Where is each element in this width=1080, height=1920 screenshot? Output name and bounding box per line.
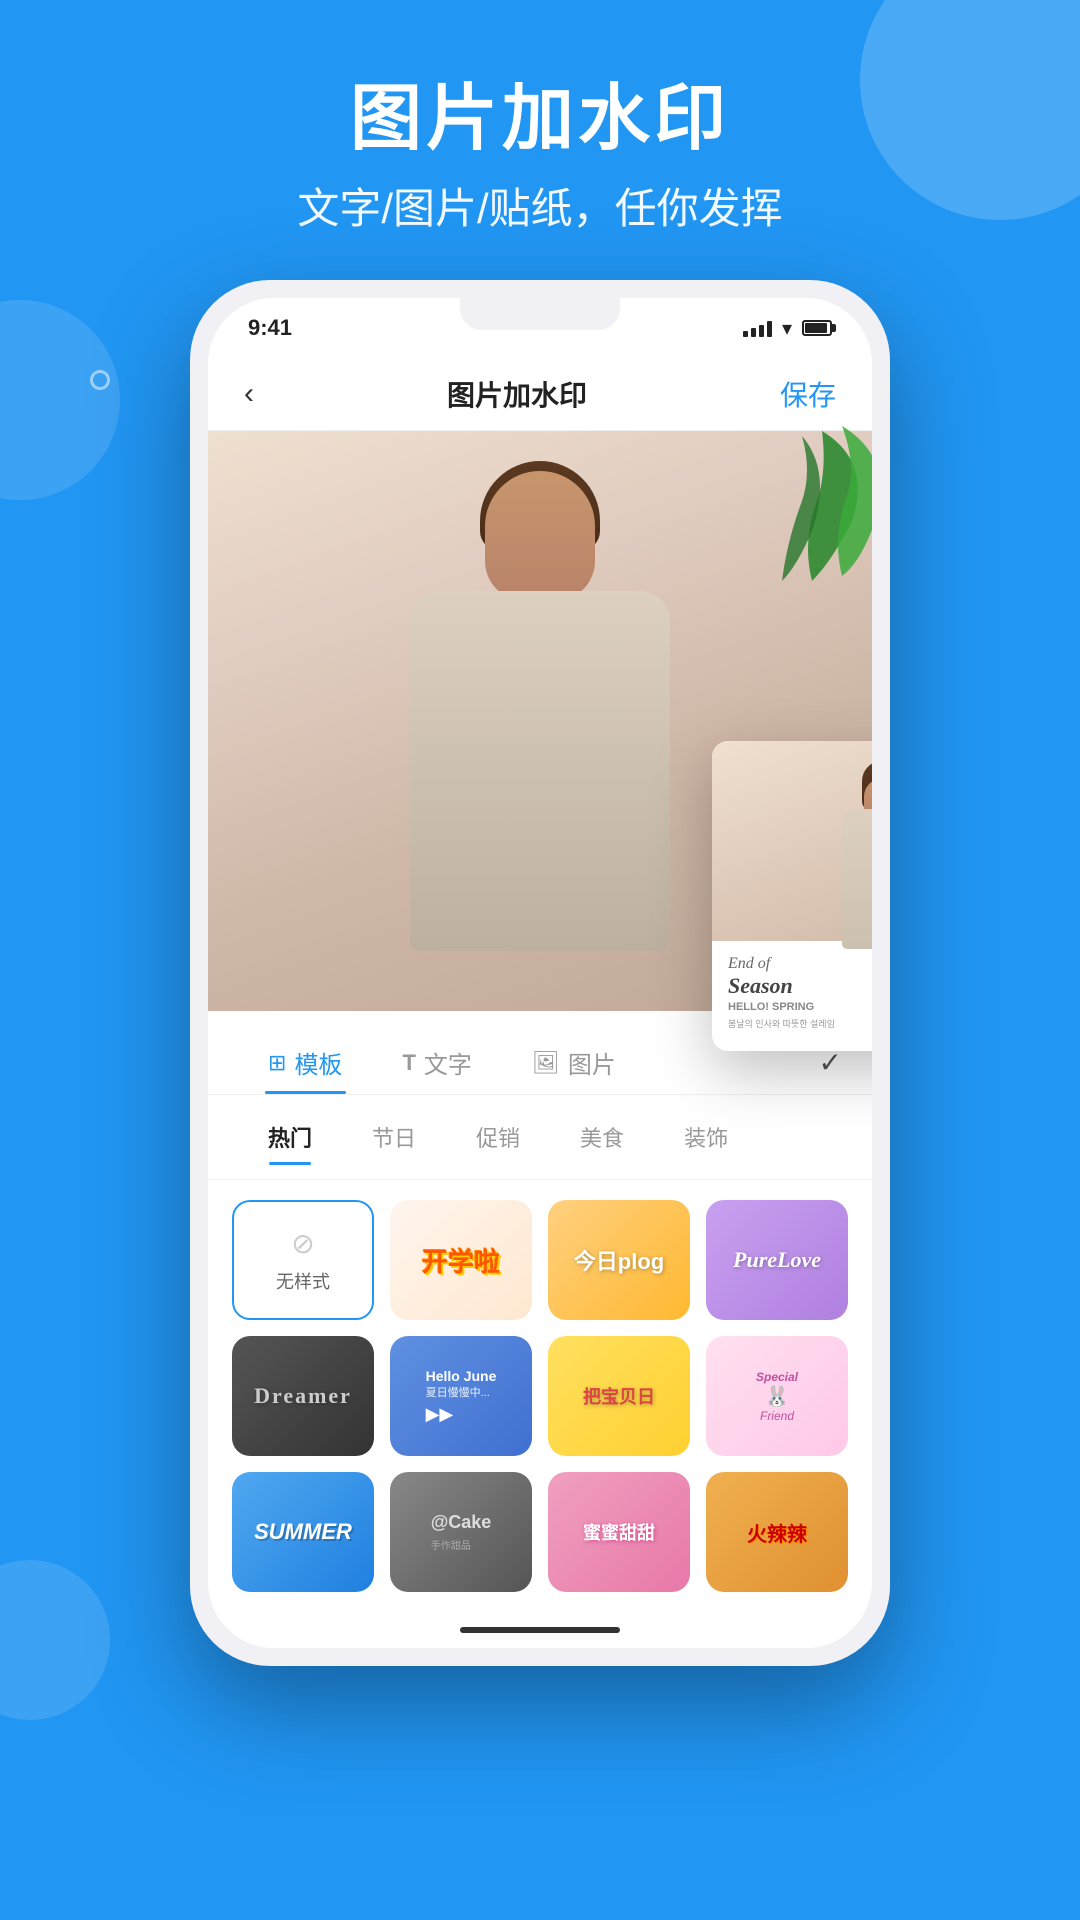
notch: [460, 298, 620, 330]
back-button[interactable]: ‹: [244, 377, 254, 411]
sticker-love[interactable]: PureLove: [706, 1200, 848, 1320]
text-icon: T: [402, 1050, 415, 1076]
preview-card: End of Season HELLO! SPRING 봄날의 인사와 따뜻한 …: [712, 741, 872, 1051]
header-title: 图片加水印: [0, 80, 1080, 159]
phone-outer: 9:41 ▾ ‹ 图片加水印 保存: [190, 280, 890, 1666]
header-subtitle: 文字/图片/贴纸，任你发挥: [0, 175, 1080, 236]
cat-tab-hot[interactable]: 热门: [238, 1113, 342, 1161]
sticker-dreamer[interactable]: Dreamer: [232, 1336, 374, 1456]
phone-inner: 9:41 ▾ ‹ 图片加水印 保存: [208, 298, 872, 1648]
bg-circle-bottom-left: [0, 1560, 110, 1720]
template-icon: ⊞: [268, 1050, 286, 1076]
sticker-dreamer-label: Dreamer: [254, 1383, 352, 1409]
tab-template[interactable]: ⊞ 模板: [238, 1031, 372, 1094]
preview-photo-area: [712, 741, 872, 941]
cat-tab-holiday[interactable]: 节日: [342, 1113, 446, 1161]
sticker-spicy-label: 火辣辣: [747, 1518, 807, 1547]
tab-template-label: 模板: [294, 1045, 342, 1080]
battery-icon: [802, 320, 832, 336]
sticker-mimi-label: 蜜蜜甜甜: [583, 1519, 655, 1545]
sticker-special[interactable]: Special 🐰 Friend: [706, 1336, 848, 1456]
bottom-toolbar: ⊞ 模板 T 文字 🖼 图片 ✓ 热门 节日: [208, 1011, 872, 1648]
sticker-love-label: PureLove: [733, 1247, 821, 1273]
bg-circle-left: [0, 300, 120, 500]
sticker-grid: ⊘ 无样式 开学啦 今日plog PureLove: [208, 1180, 872, 1612]
status-icons: ▾: [743, 316, 832, 341]
preview-text-area: End of Season HELLO! SPRING 봄날의 인사와 따뜻한 …: [712, 941, 872, 1044]
tab-image-label: 图片: [568, 1045, 616, 1080]
signal-bars-icon: [743, 319, 772, 337]
sticker-summer-label: SUMMER: [254, 1519, 352, 1545]
bg-dot: [90, 370, 110, 390]
save-button[interactable]: 保存: [780, 374, 836, 414]
person-coat: [410, 591, 670, 951]
preview-line1: End of: [728, 955, 872, 973]
preview-small-text: 봄날의 인사와 따뜻한 설레임: [728, 1017, 872, 1030]
tab-text[interactable]: T 文字: [372, 1031, 501, 1094]
category-tab-bar: 热门 节日 促销 美食 装饰: [208, 1095, 872, 1180]
sticker-cake[interactable]: @Cake 手作甜品: [390, 1472, 532, 1592]
status-time: 9:41: [248, 315, 292, 341]
sticker-summer[interactable]: SUMMER: [232, 1472, 374, 1592]
preview-mini-person: [832, 751, 872, 941]
sticker-kaixue-label: 开学啦: [422, 1242, 500, 1279]
sticker-plog[interactable]: 今日plog: [548, 1200, 690, 1320]
header-section: 图片加水印 文字/图片/贴纸，任你发挥: [0, 0, 1080, 236]
person-head: [485, 471, 595, 601]
palm-leaf-icon: [732, 421, 872, 581]
no-style-icon: ⊘: [291, 1227, 314, 1260]
wifi-icon: ▾: [782, 316, 792, 341]
sticker-kaixue[interactable]: 开学啦: [390, 1200, 532, 1320]
person-figure: [380, 451, 700, 1011]
sticker-baobao[interactable]: 把宝贝日: [548, 1336, 690, 1456]
image-canvas: End of Season HELLO! SPRING 봄날의 인사와 따뜻한 …: [208, 431, 872, 1011]
sticker-hello-june-sub: 夏日慢慢中...: [426, 1384, 497, 1400]
home-indicator: [208, 1612, 872, 1648]
preview-line3: HELLO! SPRING: [728, 1001, 872, 1013]
sticker-special-label: Special: [756, 1370, 798, 1384]
cat-tab-decor[interactable]: 装饰: [654, 1113, 758, 1161]
tab-text-label: 文字: [424, 1045, 472, 1080]
cat-tab-food[interactable]: 美食: [550, 1113, 654, 1161]
sticker-hello-june[interactable]: Hello June 夏日慢慢中... ▶▶: [390, 1336, 532, 1456]
sticker-no-style[interactable]: ⊘ 无样式: [232, 1200, 374, 1320]
image-icon: 🖼: [532, 1050, 560, 1076]
sticker-spicy[interactable]: 火辣辣: [706, 1472, 848, 1592]
no-style-label: 无样式: [276, 1268, 330, 1294]
app-title: 图片加水印: [447, 374, 587, 414]
sticker-cake-label: @Cake: [431, 1512, 492, 1533]
sticker-mimi[interactable]: 蜜蜜甜甜: [548, 1472, 690, 1592]
cat-tab-promo[interactable]: 促销: [446, 1113, 550, 1161]
preview-line2: Season: [728, 973, 872, 999]
sticker-plog-label: 今日plog: [574, 1244, 664, 1276]
tab-image[interactable]: 🖼 图片: [502, 1031, 646, 1094]
home-bar: [460, 1627, 620, 1633]
sticker-baobao-label: 把宝贝日: [583, 1383, 655, 1409]
sticker-hello-june-label: Hello June: [426, 1368, 497, 1384]
status-bar: 9:41 ▾: [208, 298, 872, 358]
phone-mockup: 9:41 ▾ ‹ 图片加水印 保存: [190, 280, 890, 1666]
